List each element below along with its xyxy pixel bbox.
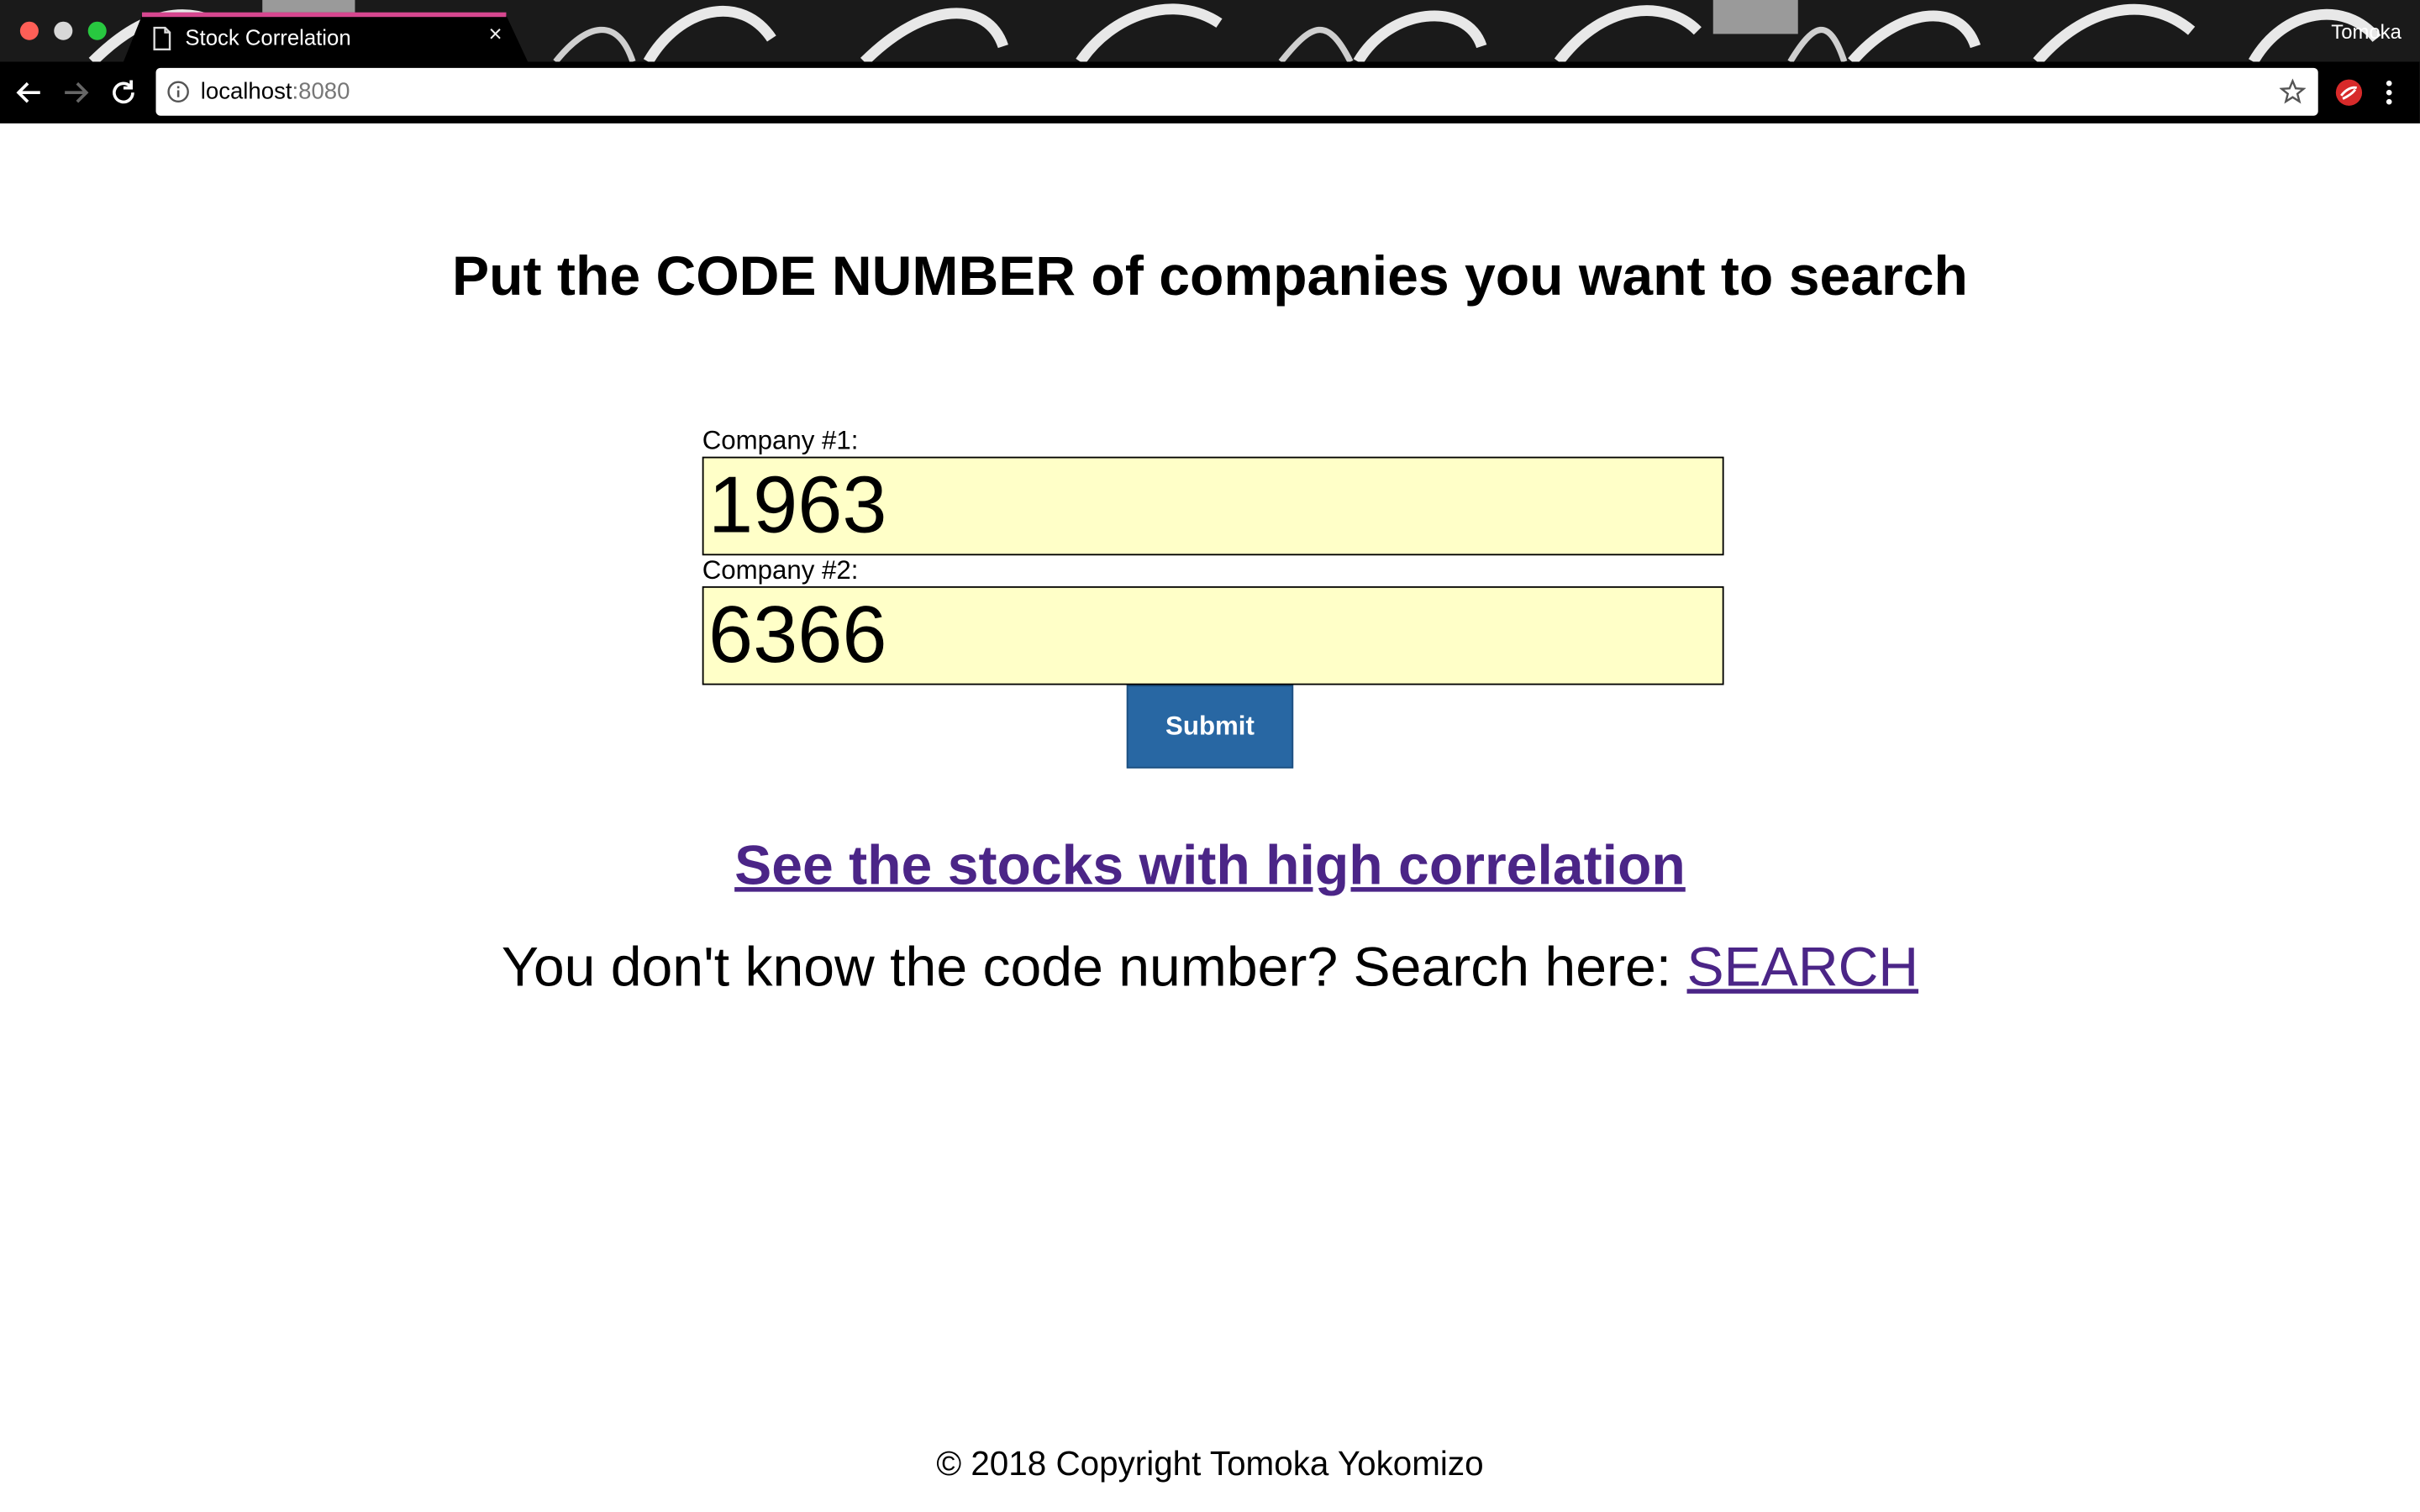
address-bar[interactable]: localhost:8080: [155, 67, 2318, 116]
more-menu-icon[interactable]: [2377, 77, 2402, 108]
close-tab-icon[interactable]: ×: [481, 22, 509, 50]
back-button[interactable]: [13, 76, 46, 109]
submit-button[interactable]: Submit: [1126, 685, 1294, 769]
forward-arrow-icon: [65, 81, 89, 103]
forward-button[interactable]: [59, 76, 92, 109]
profile-name[interactable]: Tomoka: [2331, 20, 2402, 44]
footer-copyright: © 2018 Copyright Tomoka Yokomizo: [936, 1444, 1484, 1483]
high-correlation-link[interactable]: See the stocks with high correlation: [734, 833, 1686, 896]
reload-icon: [113, 80, 134, 104]
tab-accent-bar: [141, 12, 507, 18]
company1-label: Company #1:: [702, 425, 859, 455]
back-arrow-icon: [16, 81, 40, 103]
browser-window: Stock Correlation × Tomoka localhost:808…: [0, 0, 2420, 1512]
reload-button[interactable]: [107, 76, 140, 109]
url-host: localhost: [200, 78, 292, 105]
close-window-button[interactable]: [19, 21, 39, 40]
maximize-window-button[interactable]: [87, 21, 107, 40]
info-icon[interactable]: [166, 81, 190, 104]
minimize-window-button[interactable]: [54, 21, 73, 40]
document-icon: [153, 26, 171, 50]
tab-strip: Stock Correlation × Tomoka: [0, 0, 2420, 62]
search-prompt: You don't know the code number? Search h…: [501, 935, 1672, 999]
extension-icon[interactable]: [2333, 77, 2365, 108]
company2-label: Company #2:: [702, 555, 859, 585]
bookmark-star-icon[interactable]: [2279, 78, 2307, 105]
company2-input[interactable]: [702, 585, 1724, 685]
search-help-line: You don't know the code number? Search h…: [0, 935, 2420, 1000]
high-correlation-section: See the stocks with high correlation: [0, 833, 2420, 898]
tab-title: Stock Correlation: [185, 24, 351, 50]
url-text: localhost:8080: [201, 79, 350, 105]
page-content: Put the CODE NUMBER of companies you wan…: [0, 123, 2420, 1512]
url-port: :8080: [292, 78, 350, 105]
page-title: Put the CODE NUMBER of companies you wan…: [452, 244, 1968, 307]
search-link[interactable]: SEARCH: [1687, 935, 1919, 998]
tab-stock-correlation[interactable]: Stock Correlation ×: [123, 12, 529, 62]
company1-input[interactable]: [702, 456, 1724, 556]
